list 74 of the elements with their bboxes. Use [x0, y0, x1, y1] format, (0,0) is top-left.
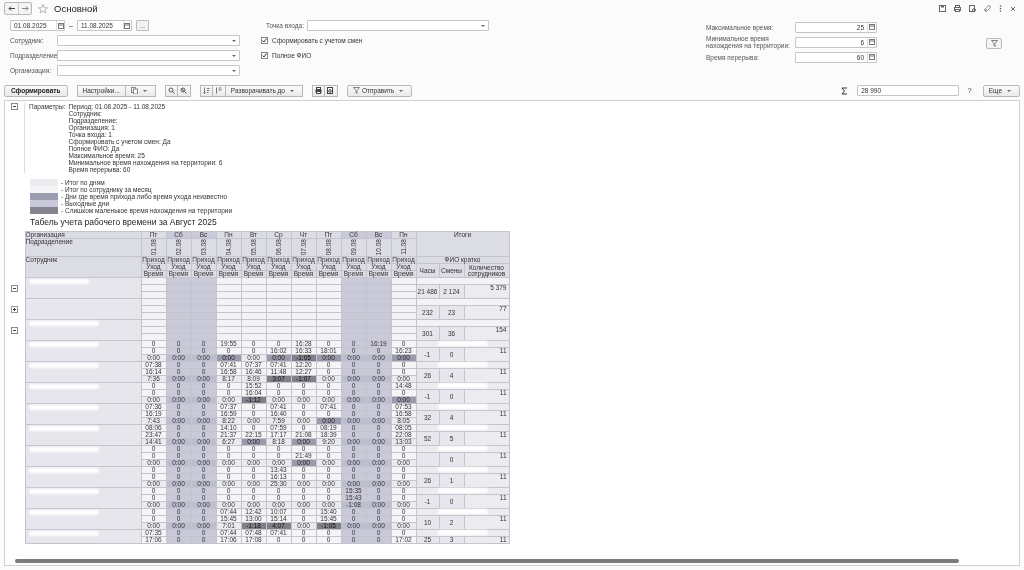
sigma-drawing: [841, 86, 849, 95]
caret-icon: [142, 89, 147, 92]
forward-arrow-icon: [21, 5, 29, 12]
blurred-bar: [28, 279, 89, 285]
calendar-icon: [57, 22, 64, 29]
star-icon[interactable]: [38, 3, 48, 14]
dropdown-field[interactable]: [57, 35, 240, 46]
blurred-bar: [437, 446, 488, 452]
more-icon[interactable]: [999, 5, 1002, 12]
copy-menu-button[interactable]: [125, 84, 156, 97]
close-icon[interactable]: [1010, 5, 1016, 12]
caret-icon: [232, 69, 236, 72]
outline-toggle-icon[interactable]: [11, 326, 19, 334]
window-title: Основной: [54, 3, 98, 14]
blurred-bar: [28, 489, 99, 495]
search-reset-icon: [180, 87, 188, 94]
filter-button[interactable]: [986, 38, 1002, 49]
report-title: Табель учета рабочего времени за Август 2025: [30, 217, 218, 227]
checkbox[interactable]: [261, 52, 268, 59]
blurred-bar: [28, 531, 99, 537]
caret-icon: [232, 39, 236, 42]
dropdown-field[interactable]: [57, 50, 240, 61]
calendar-icon: [124, 22, 131, 29]
back-button[interactable]: [5, 3, 18, 14]
blurred-bar: [437, 530, 488, 536]
blurred-bar: [28, 510, 99, 516]
checkbox[interactable]: [261, 37, 268, 44]
caret-icon: [399, 89, 404, 92]
print-icon[interactable]: [954, 5, 961, 12]
search-button[interactable]: [164, 84, 178, 97]
calendar-button[interactable]: [56, 21, 64, 30]
outline-toggle-icon[interactable]: [11, 305, 19, 313]
filter-icon: [990, 40, 998, 47]
dropdown-field[interactable]: [57, 65, 240, 76]
blurred-bar: [437, 404, 488, 410]
horizontal-scrollbar[interactable]: [15, 559, 959, 563]
calendar-icon: [868, 24, 875, 30]
blurred-bar: [437, 341, 488, 347]
blurred-bar: [28, 447, 99, 453]
calendar-icon: [868, 39, 875, 45]
blurred-bar: [28, 426, 99, 432]
outline-toggle-icon[interactable]: [11, 284, 19, 292]
back-arrow-icon: [7, 5, 16, 12]
funnel-icon: [353, 87, 360, 94]
blurred-bar: [28, 321, 99, 327]
print-button[interactable]: [312, 84, 325, 97]
blurred-bar: [28, 405, 99, 411]
blurred-bar: [28, 342, 99, 348]
outline-toggle-icon[interactable]: [11, 103, 18, 110]
copy-icon: [130, 87, 138, 94]
dropdown-field[interactable]: [307, 20, 489, 31]
blurred-bar: [437, 383, 488, 389]
blurred-bar: [437, 467, 488, 473]
blurred-bar: [437, 362, 488, 368]
caret-icon: [481, 24, 485, 27]
calendar-icon: [868, 54, 875, 60]
sort-icon: [202, 87, 210, 94]
blurred-bar: [28, 363, 99, 369]
link-icon[interactable]: [984, 5, 991, 12]
caret-icon: [290, 89, 294, 92]
preview-icon[interactable]: [969, 5, 976, 12]
blurred-bar: [437, 425, 488, 431]
blurred-bar: [28, 384, 99, 390]
blurred-bar: [437, 509, 488, 515]
search-icon: [167, 87, 175, 94]
print-icon: [315, 87, 322, 94]
caret-icon: [1007, 89, 1011, 92]
blurred-bar: [437, 488, 488, 494]
preview-icon: [327, 87, 335, 94]
group-icon: [215, 87, 223, 94]
blurred-bar: [28, 468, 99, 474]
sort-button[interactable]: [199, 84, 213, 97]
caret-icon: [232, 54, 236, 57]
save-icon[interactable]: [939, 5, 946, 12]
